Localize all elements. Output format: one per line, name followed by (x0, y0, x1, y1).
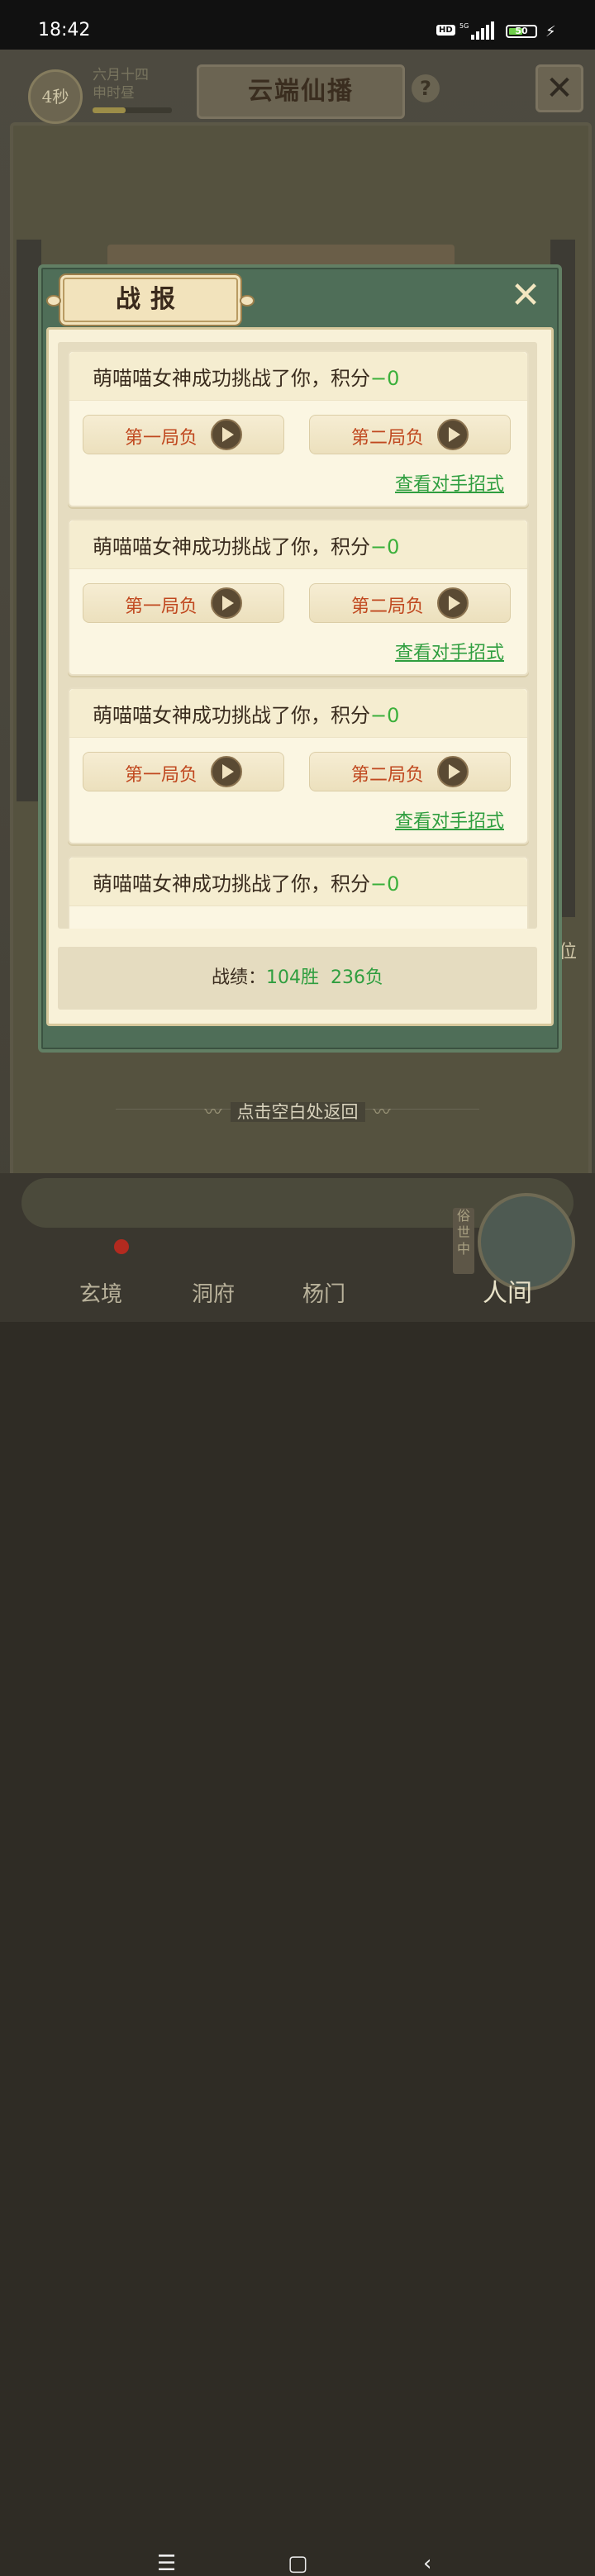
round1-label: 第一局负 (125, 765, 198, 786)
report-message: 萌喵喵女神成功挑战了你，积分−0 (93, 872, 400, 896)
status-bar: 18:42 HD 5G 50 ⚡ (0, 0, 595, 50)
round1-replay-button[interactable]: 第一局负 (83, 752, 284, 791)
time-progress-bar (93, 107, 172, 113)
dialog-title-text: 战报 (116, 285, 185, 314)
report-message: 萌喵喵女神成功挑战了你，积分−0 (93, 535, 400, 558)
report-item: 萌喵喵女神成功挑战了你，积分−0 (68, 856, 529, 929)
play-icon (211, 756, 242, 787)
back-hint-text: 点击空白处返回 (230, 1102, 365, 1122)
help-button[interactable]: ? (412, 74, 440, 102)
view-opponent-moves-link[interactable]: 查看对手招式 (395, 469, 504, 496)
battery-level: 50 (515, 26, 528, 36)
menu-icon[interactable]: ☰ (157, 2551, 176, 2576)
date-line2: 申时昼 (93, 85, 135, 102)
round1-replay-button[interactable]: 第一局负 (83, 415, 284, 454)
round1-label: 第一局负 (125, 596, 198, 617)
battle-record-summary: 战绩：104胜 236负 (58, 947, 537, 1010)
score-change: −0 (370, 704, 400, 727)
round2-label: 第二局负 (351, 765, 425, 786)
close-icon[interactable]: ✕ (506, 276, 545, 316)
hd-badge: HD (436, 25, 455, 36)
round1-label: 第一局负 (125, 428, 198, 449)
title-knot-right-icon (240, 295, 255, 307)
round2-label: 第二局负 (351, 428, 425, 449)
charging-icon: ⚡ (545, 23, 556, 40)
game-date: 六月十四 申时昼 (93, 66, 149, 102)
dialog-title: 战报 (46, 278, 255, 322)
title-knot-left-icon (46, 295, 61, 307)
report-message: 萌喵喵女神成功挑战了你，积分−0 (93, 367, 400, 390)
play-icon (437, 587, 469, 619)
round2-replay-button[interactable]: 第二局负 (309, 415, 511, 454)
hint-right-ornament: 〰 (373, 1102, 391, 1122)
network-label: 5G (459, 22, 469, 30)
report-message: 萌喵喵女神成功挑战了你，积分−0 (93, 704, 400, 727)
wins-count: 104胜 (266, 967, 319, 988)
home-icon[interactable]: ▢ (288, 2551, 308, 2576)
back-icon[interactable]: ‹ (423, 2551, 431, 2576)
view-opponent-moves-link[interactable]: 查看对手招式 (395, 638, 504, 664)
system-nav-bar: ☰ ▢ ‹ (0, 1272, 595, 2576)
play-icon (211, 587, 242, 619)
play-icon (437, 756, 469, 787)
round2-label: 第二局负 (351, 596, 425, 617)
report-list[interactable]: 萌喵喵女神成功挑战了你，积分−0 第一局负 第二局负 查看对手招式 萌喵喵女神成… (58, 342, 537, 929)
date-line1: 六月十四 (93, 67, 149, 83)
suzhong-tag: 俗世中 (453, 1208, 474, 1274)
back-hint[interactable]: 〰点击空白处返回〰 (0, 1099, 595, 1124)
clock: 18:42 (38, 20, 91, 40)
signal-icon: 5G (459, 21, 494, 40)
play-icon (437, 419, 469, 450)
score-change: −0 (370, 535, 400, 558)
round2-replay-button[interactable]: 第二局负 (309, 583, 511, 623)
round1-replay-button[interactable]: 第一局负 (83, 583, 284, 623)
losses-count: 236负 (331, 967, 383, 988)
round2-replay-button[interactable]: 第二局负 (309, 752, 511, 791)
play-icon (211, 419, 242, 450)
score-change: −0 (370, 872, 400, 896)
timer-badge: 4秒 (28, 69, 83, 124)
score-change: −0 (370, 367, 400, 390)
battery-icon: 50 (506, 25, 537, 38)
report-item: 萌喵喵女神成功挑战了你，积分−0 第一局负 第二局负 查看对手招式 (68, 519, 529, 676)
summary-label: 战绩： (211, 967, 266, 988)
hint-left-ornament: 〰 (204, 1102, 222, 1122)
report-item: 萌喵喵女神成功挑战了你，积分−0 第一局负 第二局负 查看对手招式 (68, 687, 529, 844)
notification-dot (114, 1239, 129, 1254)
background-close-icon[interactable]: ✕ (536, 64, 583, 112)
report-item: 萌喵喵女神成功挑战了你，积分−0 第一局负 第二局负 查看对手招式 (68, 350, 529, 507)
page-title: 云端仙播 (197, 64, 405, 119)
view-opponent-moves-link[interactable]: 查看对手招式 (395, 806, 504, 833)
